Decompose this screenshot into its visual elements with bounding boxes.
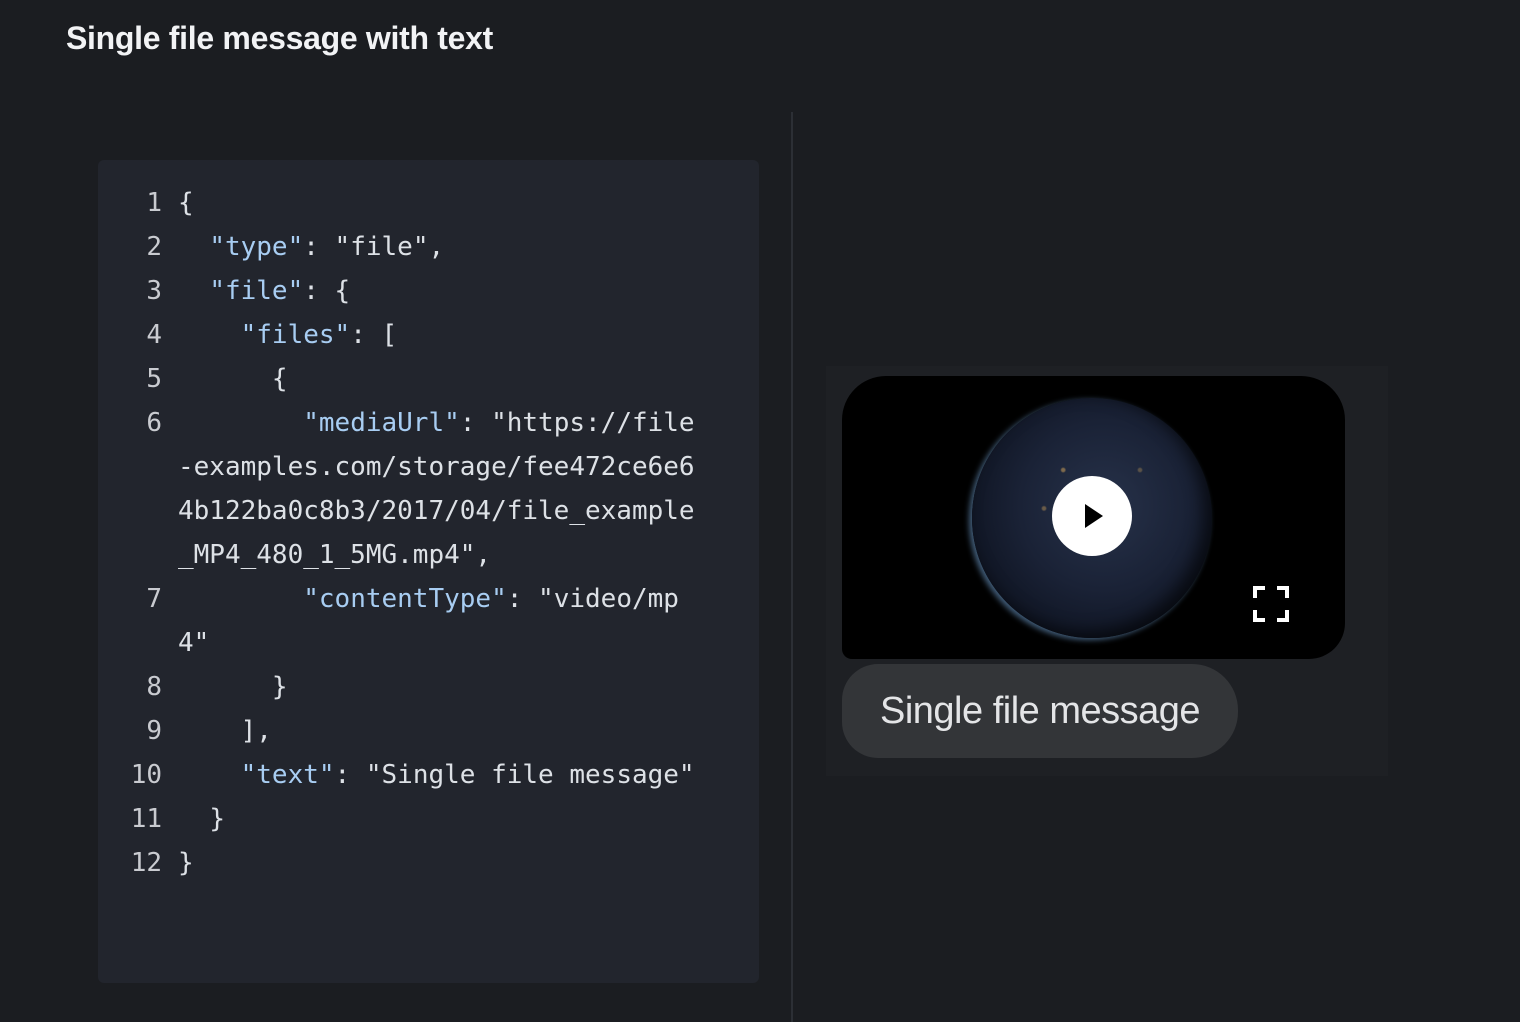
line-number: 8 <box>146 672 162 702</box>
line-number: 11 <box>130 804 162 834</box>
line-code: } <box>178 665 708 709</box>
json-token: { <box>178 188 194 218</box>
json-token: } <box>178 672 288 702</box>
code-line: 4 "files": [ <box>98 313 759 357</box>
line-number: 5 <box>146 364 162 394</box>
line-number: 9 <box>146 716 162 746</box>
code-line: 3 "file": { <box>98 269 759 313</box>
line-number: 12 <box>130 848 162 878</box>
code-line: 8 } <box>98 665 759 709</box>
line-code: ], <box>178 709 708 753</box>
video-player[interactable] <box>842 376 1345 659</box>
code-line: 9 ], <box>98 709 759 753</box>
json-token: : <box>303 232 335 262</box>
json-key: "contentType" <box>303 584 507 614</box>
json-token: : <box>334 760 366 790</box>
json-key: "file" <box>209 276 304 306</box>
json-token: } <box>178 804 225 834</box>
line-code: "contentType": "video/mp4" <box>178 577 708 665</box>
json-token: , <box>475 540 492 570</box>
code-line: 11 } <box>98 797 759 841</box>
json-code-block: 1{2 "type": "file", 3 "file": {4 "files":… <box>98 160 759 983</box>
json-key: "files" <box>240 320 351 350</box>
code-line: 1{ <box>98 181 759 225</box>
line-number: 4 <box>146 320 162 350</box>
json-token: : <box>506 584 539 614</box>
line-number: 3 <box>146 276 162 306</box>
json-token: ], <box>178 716 272 746</box>
column-divider <box>791 112 793 1022</box>
code-line: 10 "text": "Single file message" <box>98 753 759 797</box>
json-key: "mediaUrl" <box>303 408 460 438</box>
json-token: , <box>428 232 445 262</box>
json-token: : <box>459 408 492 438</box>
code-line: 2 "type": "file", <box>98 225 759 269</box>
line-code: } <box>178 841 708 885</box>
line-code: { <box>178 357 708 401</box>
fullscreen-icon[interactable] <box>1253 586 1289 622</box>
line-number: 1 <box>146 188 162 218</box>
message-bubble: Single file message <box>842 664 1239 758</box>
line-code: "file": { <box>178 269 708 313</box>
json-token: : [ <box>350 320 398 350</box>
json-token: { <box>178 364 288 394</box>
json-key: "type" <box>209 232 304 262</box>
code-line: 12} <box>98 841 759 885</box>
line-code: } <box>178 797 708 841</box>
json-token: "file" <box>334 232 429 262</box>
line-number: 7 <box>146 584 162 614</box>
play-icon <box>1085 504 1103 528</box>
code-line: 7 "contentType": "video/mp4" <box>98 577 759 665</box>
line-code: "text": "Single file message" <box>178 753 708 797</box>
line-number: 10 <box>130 760 162 790</box>
code-line: 5 { <box>98 357 759 401</box>
line-code: "type": "file", <box>178 225 708 269</box>
line-code: "mediaUrl": "https://file-examples.com/s… <box>178 401 708 577</box>
message-preview: Single file message <box>826 366 1388 776</box>
line-number: 2 <box>146 232 162 262</box>
play-button[interactable] <box>1052 476 1132 556</box>
line-code: "files": [ <box>178 313 708 357</box>
line-code: { <box>178 181 708 225</box>
code-line: 6 "mediaUrl": "https://file-examples.com… <box>98 401 759 577</box>
page-title: Single file message with text <box>66 20 493 56</box>
json-token: : { <box>303 276 351 306</box>
json-key: "text" <box>240 760 335 790</box>
json-token: } <box>178 848 194 878</box>
line-number: 6 <box>146 408 162 438</box>
json-token: "Single file message" <box>365 760 695 790</box>
